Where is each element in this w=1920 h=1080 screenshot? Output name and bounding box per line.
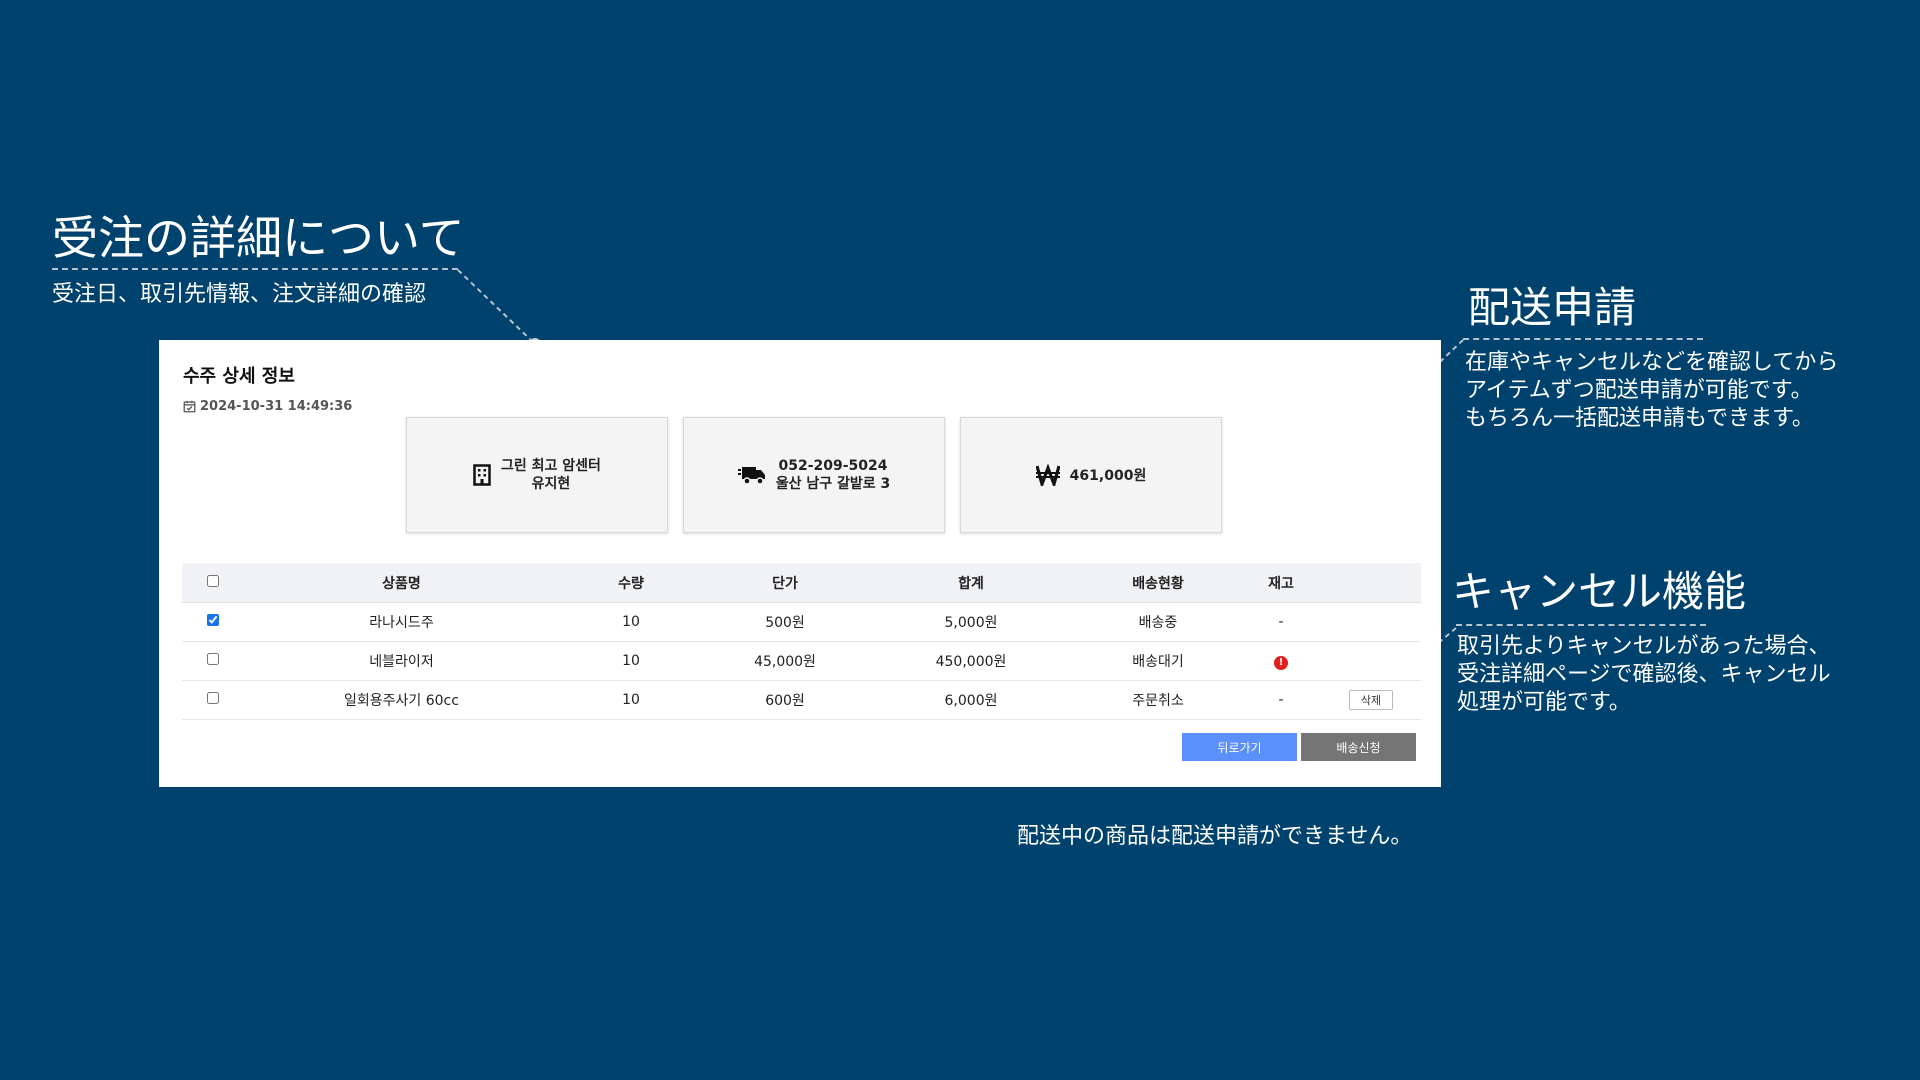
cancel-feature-desc-line: 受注詳細ページで確認後、キャンセル xyxy=(1457,662,1831,687)
row-select-cell xyxy=(182,641,244,681)
row-checkbox[interactable] xyxy=(207,692,219,704)
shipping-request-desc-line: アイテムずつ配送申請が可能です。 xyxy=(1465,378,1813,403)
line-total: 450,000원 xyxy=(867,641,1075,681)
client-name: 그린 최고 암센터 xyxy=(501,458,601,474)
order-date-value: 2024-10-31 14:49:36 xyxy=(200,399,353,414)
order-detail-panel: 수주 상세 정보 2024-10-31 14:49:36 그린 최고 암센터 유… xyxy=(159,340,1441,787)
shipping-request-annotation-underline xyxy=(1463,338,1703,340)
line-total: 6,000원 xyxy=(867,680,1075,720)
cancel-feature-annotation-underline xyxy=(1456,624,1706,626)
order-date: 2024-10-31 14:49:36 xyxy=(183,399,352,414)
product-name: 라나시드주 xyxy=(244,602,559,642)
cancel-feature-desc-line: 処理が可能です。 xyxy=(1457,690,1631,715)
delete-button[interactable]: 삭제 xyxy=(1349,690,1393,710)
table-row: 네블라이저 10 45,000원 450,000원 배송대기 ! xyxy=(182,641,1421,681)
order-detail-annotation-title: 受注の詳細について xyxy=(52,211,465,265)
building-icon xyxy=(473,464,491,486)
amount-card: 461,000원 xyxy=(960,417,1222,533)
back-button[interactable]: 뒤로가기 xyxy=(1182,733,1297,761)
page-title: 수주 상세 정보 xyxy=(183,366,295,387)
quantity: 10 xyxy=(559,680,703,720)
shipping-request-desc-line: もちろん一括配送申請もできます。 xyxy=(1465,406,1814,431)
delivery-address: 울산 남구 갈밭로 3 xyxy=(775,476,891,492)
shipping-status: 배송중 xyxy=(1075,602,1241,642)
unit-price: 45,000원 xyxy=(703,641,867,681)
order-detail-annotation-underline xyxy=(52,268,458,270)
stock-status: - xyxy=(1241,602,1321,642)
alert-icon[interactable]: ! xyxy=(1274,655,1288,670)
shipping-status: 배송대기 xyxy=(1075,641,1241,681)
column-header: 재고 xyxy=(1241,563,1321,603)
table-row: 일회용주사기 60cc 10 600원 6,000원 주문취소 - 삭제 xyxy=(182,680,1421,720)
shipping-request-annotation-desc: 在庫やキャンセルなどを確認してから アイテムずつ配送申請が可能です。 もちろん一… xyxy=(1465,349,1838,433)
unit-price: 500원 xyxy=(703,602,867,642)
line-total: 5,000원 xyxy=(867,602,1075,642)
delivery-phone: 052-209-5024 xyxy=(778,458,888,474)
order-items-table: 상품명 수량 단가 합계 배송현황 재고 라나시드주 10 500원 5,000… xyxy=(182,563,1421,720)
select-all-checkbox[interactable] xyxy=(207,574,219,587)
stock-status: - xyxy=(1241,680,1321,720)
column-header-actions xyxy=(1321,563,1421,603)
client-card: 그린 최고 암센터 유지현 xyxy=(406,417,668,533)
footnote: 配送中の商品は配送申請ができません。 xyxy=(1017,824,1413,849)
shipping-request-annotation-title: 配送申請 xyxy=(1468,283,1637,332)
row-select-cell xyxy=(182,680,244,720)
delivery-card: 052-209-5024 울산 남구 갈밭로 3 xyxy=(683,417,945,533)
shipping-request-desc-line: 在庫やキャンセルなどを確認してから xyxy=(1465,350,1839,375)
shipping-status: 주문취소 xyxy=(1075,680,1241,720)
table-row: 라나시드주 10 500원 5,000원 배송중 - xyxy=(182,602,1421,642)
column-header: 단가 xyxy=(703,563,867,603)
select-all-cell xyxy=(182,563,244,603)
shipping-request-button[interactable]: 배송신청 xyxy=(1301,733,1416,761)
order-total-amount: 461,000원 xyxy=(1069,468,1147,484)
order-detail-annotation-desc: 受注日、取引先情報、注文詳細の確認 xyxy=(52,282,427,307)
won-icon xyxy=(1035,464,1060,486)
row-select-cell xyxy=(182,602,244,642)
column-header: 배송현황 xyxy=(1075,563,1241,603)
column-header: 상품명 xyxy=(244,563,559,603)
truck-icon xyxy=(737,467,765,485)
product-name: 일회용주사기 60cc xyxy=(244,680,559,720)
column-header: 합계 xyxy=(867,563,1075,603)
cancel-feature-desc-line: 取引先よりキャンセルがあった場合、 xyxy=(1457,634,1831,659)
unit-price: 600원 xyxy=(703,680,867,720)
calendar-check-icon xyxy=(183,400,196,413)
row-action-cell: 삭제 xyxy=(1321,680,1421,720)
cancel-feature-annotation-desc: 取引先よりキャンセルがあった場合、 受注詳細ページで確認後、キャンセル 処理が可… xyxy=(1457,633,1831,717)
row-action-cell xyxy=(1321,602,1421,642)
row-action-cell xyxy=(1321,641,1421,681)
column-header: 수량 xyxy=(559,563,703,603)
client-contact: 유지현 xyxy=(531,476,571,492)
cancel-feature-annotation-title: キャンセル機能 xyxy=(1452,567,1747,616)
quantity: 10 xyxy=(559,641,703,681)
product-name: 네블라이저 xyxy=(244,641,559,681)
row-checkbox[interactable] xyxy=(207,614,219,626)
row-checkbox[interactable] xyxy=(207,653,219,665)
stock-status: ! xyxy=(1241,641,1321,681)
table-header-row: 상품명 수량 단가 합계 배송현황 재고 xyxy=(182,563,1421,603)
quantity: 10 xyxy=(559,602,703,642)
